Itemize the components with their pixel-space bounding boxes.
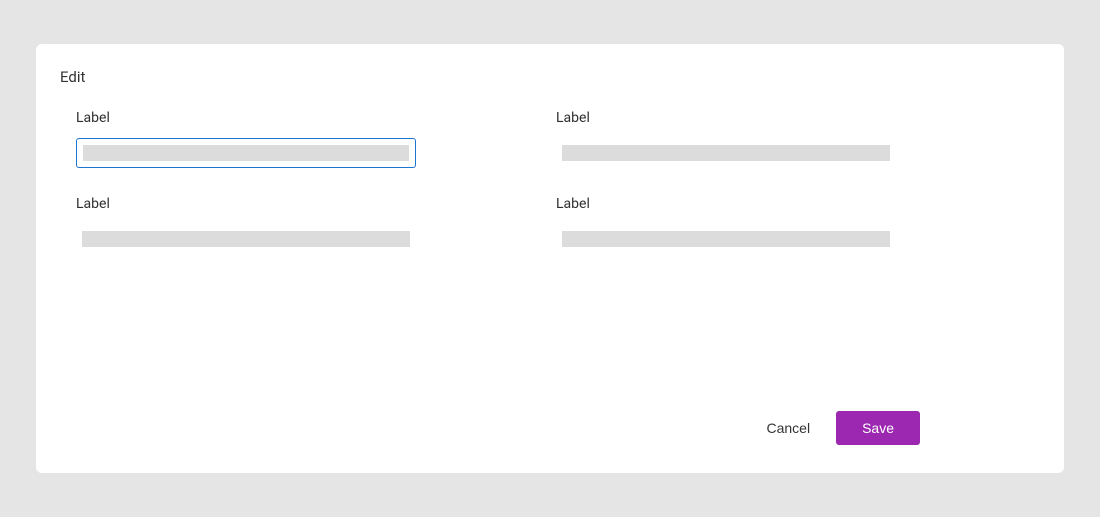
card-title: Edit — [60, 68, 1040, 86]
field-label: Label — [556, 110, 896, 126]
skeleton-bar — [562, 231, 890, 247]
form-field: Label — [556, 196, 896, 254]
cancel-button[interactable]: Cancel — [762, 412, 814, 444]
text-input[interactable] — [76, 224, 416, 254]
action-bar: Cancel Save — [60, 411, 1040, 445]
form-row: Label Label — [76, 110, 1024, 168]
text-input[interactable] — [76, 138, 416, 168]
form-field: Label — [76, 110, 416, 168]
field-label: Label — [556, 196, 896, 212]
form-row: Label Label — [76, 196, 1024, 254]
skeleton-bar — [562, 145, 890, 161]
edit-card: Edit Label Label Label — [36, 44, 1064, 473]
skeleton-bar — [83, 145, 409, 161]
form-field: Label — [76, 196, 416, 254]
skeleton-bar — [82, 231, 410, 247]
form-field: Label — [556, 110, 896, 168]
text-input[interactable] — [556, 138, 896, 168]
text-input[interactable] — [556, 224, 896, 254]
field-label: Label — [76, 196, 416, 212]
save-button[interactable]: Save — [836, 411, 920, 445]
field-label: Label — [76, 110, 416, 126]
form-body: Label Label Label Label — [60, 110, 1040, 411]
